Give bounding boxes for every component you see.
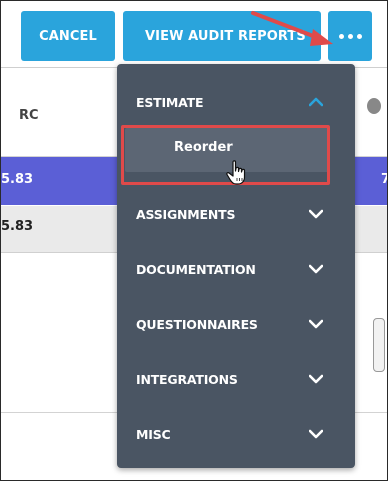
- chevron-down-icon: [309, 429, 323, 439]
- menu-item-estimate[interactable]: ESTIMATE: [117, 84, 355, 120]
- gear-icon[interactable]: [367, 98, 381, 114]
- chevron-down-icon: [309, 374, 323, 384]
- menu-item-label: ASSIGNMENTS: [136, 206, 236, 222]
- cell-value-right: 7: [381, 172, 387, 187]
- more-options-button[interactable]: [328, 11, 372, 61]
- submenu-item-label: Reorder: [174, 140, 233, 155]
- chevron-down-icon: [309, 264, 323, 274]
- app-frame: CANCEL VIEW AUDIT REPORTS RC 5.83 7 5.83…: [0, 0, 388, 481]
- view-audit-reports-button[interactable]: VIEW AUDIT REPORTS: [123, 11, 321, 61]
- toolbar: CANCEL VIEW AUDIT REPORTS: [1, 1, 387, 67]
- menu-item-label: INTEGRATIONS: [136, 371, 238, 387]
- menu-item-assignments[interactable]: ASSIGNMENTS: [117, 196, 355, 232]
- more-options-menu: ESTIMATE Reorder ASSIGNMENTS DOCUMENTATI…: [117, 64, 355, 468]
- chevron-down-icon: [309, 209, 323, 219]
- chevron-up-icon: [309, 97, 323, 107]
- column-header-rc[interactable]: RC: [19, 108, 39, 123]
- chevron-down-icon: [309, 319, 323, 329]
- menu-item-questionnaires[interactable]: QUESTIONNAIRES: [117, 306, 355, 342]
- menu-item-label: ESTIMATE: [136, 94, 204, 110]
- menu-item-label: DOCUMENTATION: [136, 261, 256, 277]
- menu-item-label: MISC: [136, 426, 171, 442]
- menu-item-documentation[interactable]: DOCUMENTATION: [117, 251, 355, 287]
- menu-item-misc[interactable]: MISC: [117, 416, 355, 452]
- scroll-handle[interactable]: [373, 318, 385, 372]
- cell-value: 5.83: [1, 219, 34, 234]
- menu-item-integrations[interactable]: INTEGRATIONS: [117, 361, 355, 397]
- cancel-button[interactable]: CANCEL: [21, 11, 115, 61]
- menu-item-label: QUESTIONNAIRES: [136, 316, 258, 332]
- submenu-item-reorder[interactable]: Reorder: [125, 128, 329, 172]
- more-horizontal-icon: [338, 33, 362, 39]
- cell-value: 5.83: [1, 172, 34, 187]
